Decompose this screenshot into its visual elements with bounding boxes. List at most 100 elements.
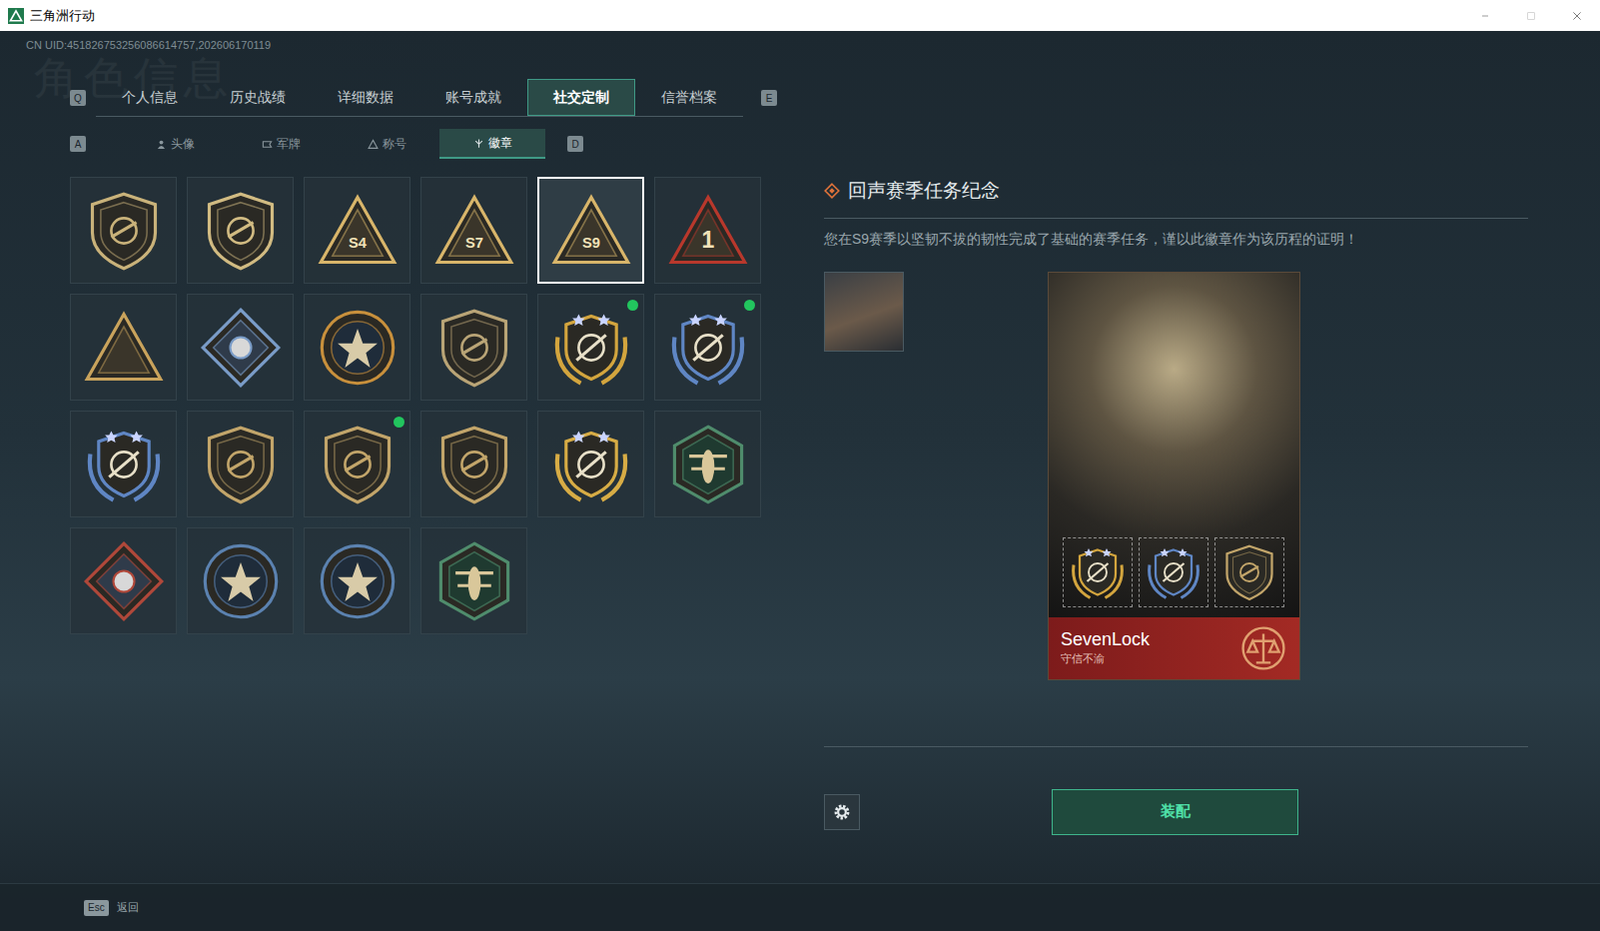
badge-icon — [198, 539, 283, 624]
tab[interactable]: 社交定制 — [527, 78, 636, 116]
badge-cell[interactable]: S9 — [537, 176, 645, 284]
scales-emblem-icon — [1239, 624, 1288, 673]
badge-cell[interactable] — [420, 293, 528, 401]
tab[interactable]: 个人信息 — [95, 78, 204, 116]
badge-cell[interactable]: 1 — [654, 176, 762, 284]
avatar-image — [823, 271, 904, 352]
badge-cell[interactable] — [186, 527, 294, 635]
tab-label: 账号成就 — [445, 86, 502, 108]
maximize-button[interactable] — [1508, 0, 1555, 31]
equipped-slot[interactable] — [1062, 537, 1133, 608]
gear-icon — [830, 800, 853, 823]
new-dot — [393, 416, 405, 428]
badge-cell[interactable]: S4 — [303, 176, 411, 284]
close-button[interactable] — [1554, 0, 1600, 31]
badge-label: S7 — [465, 233, 484, 250]
badge-cell[interactable] — [69, 176, 177, 284]
detail-title: 回声赛季任务纪念 — [847, 176, 1000, 206]
player-motto: 守信不渝 — [1060, 650, 1240, 668]
subtab[interactable]: 头像 — [121, 128, 228, 159]
badge-icon — [549, 305, 634, 390]
app-logo-icon — [7, 7, 24, 24]
badge-icon — [432, 539, 517, 624]
tab-label: 详细数据 — [337, 86, 394, 108]
subtab-label: 头像 — [170, 134, 195, 153]
subtab-icon — [367, 138, 379, 150]
minimize-icon — [1479, 9, 1492, 22]
detail-title-row: 回声赛季任务纪念 — [823, 176, 1529, 206]
badge-icon — [81, 305, 166, 390]
subtab-bar: A 头像 军牌 称号 徽章 D — [69, 128, 800, 159]
tab-label: 个人信息 — [121, 86, 178, 108]
subtab[interactable]: 军牌 — [227, 128, 334, 159]
badge-cell[interactable] — [654, 293, 762, 401]
badge-cell[interactable] — [69, 410, 177, 518]
badge-icon — [81, 188, 166, 273]
badge-cell[interactable] — [186, 410, 294, 518]
key-hint: D — [567, 135, 584, 152]
footer: Esc 返回 — [0, 882, 1600, 931]
key-hint: E — [761, 89, 778, 106]
badge-cell[interactable] — [537, 410, 645, 518]
equip-button[interactable]: 装配 — [1051, 789, 1299, 835]
tabs: 个人信息 历史战绩 详细数据 账号成就 社交定制信誉档案 — [95, 78, 744, 117]
badge-icon — [198, 188, 283, 273]
badge-cell[interactable] — [186, 293, 294, 401]
diamond-icon — [823, 182, 840, 199]
subtab-label: 军牌 — [276, 134, 301, 153]
badge-cell[interactable] — [420, 527, 528, 635]
key-hint: Esc — [83, 899, 109, 916]
settings-button[interactable] — [823, 794, 860, 830]
badge-icon — [315, 305, 400, 390]
player-card: SevenLock守信不渝 — [1047, 271, 1301, 681]
badge-icon — [666, 422, 751, 507]
equipped-slot[interactable] — [1214, 537, 1285, 608]
badge-cell[interactable] — [303, 410, 411, 518]
tab[interactable]: 详细数据 — [311, 78, 420, 116]
player-name: SevenLock — [1060, 628, 1240, 651]
main: Q 个人信息 历史战绩 详细数据 账号成就 社交定制信誉档案 E A 头像 军牌 称号 徽章 D S4 S7… — [0, 58, 1600, 883]
window-title: 三角洲行动 — [29, 5, 95, 26]
name-strip: SevenLock守信不渝 — [1048, 617, 1300, 680]
badge-icon: S4 — [315, 188, 400, 273]
badge-cell[interactable] — [654, 410, 762, 518]
subtab[interactable]: 徽章 — [439, 128, 546, 159]
detail-description: 您在S9赛季以坚韧不拔的韧性完成了基础的赛季任务，谨以此徽章作为该历程的证明！ — [823, 228, 1529, 250]
minimize-button[interactable] — [1462, 0, 1509, 31]
subtabs: 头像 军牌 称号 徽章 — [121, 128, 546, 159]
tab-bar: Q 个人信息 历史战绩 详细数据 账号成就 社交定制信誉档案 E — [69, 78, 800, 117]
subtab-label: 徽章 — [488, 133, 513, 152]
badge-cell[interactable] — [537, 293, 645, 401]
equipped-slot[interactable] — [1138, 537, 1209, 608]
badge-cell[interactable] — [420, 410, 528, 518]
badge-icon — [198, 422, 283, 507]
badge-cell[interactable] — [303, 527, 411, 635]
badge-cell[interactable] — [186, 176, 294, 284]
preview-row: SevenLock守信不渝 — [823, 271, 1529, 681]
tab[interactable]: 信誉档案 — [635, 78, 744, 116]
badge-cell[interactable] — [303, 293, 411, 401]
divider — [823, 746, 1529, 748]
back-label: 返回 — [116, 898, 139, 916]
badge-label: S4 — [348, 233, 368, 250]
badge-icon — [666, 305, 751, 390]
subtab[interactable]: 称号 — [333, 128, 440, 159]
key-hint: Q — [69, 89, 86, 106]
key-hint: A — [69, 135, 86, 152]
uid-label: CN UID:451826753256086614757,20260617011… — [0, 30, 1600, 59]
detail-panel: 回声赛季任务纪念您在S9赛季以坚韧不拔的韧性完成了基础的赛季任务，谨以此徽章作为… — [823, 58, 1529, 883]
badge-icon — [315, 422, 400, 507]
divider — [823, 217, 1529, 219]
content: 角色信息CN UID:451826753256086614757,2026061… — [0, 30, 1600, 931]
back-button[interactable]: Esc 返回 — [83, 898, 139, 916]
badge-label: S9 — [582, 233, 601, 250]
tab[interactable]: 账号成就 — [419, 78, 528, 116]
badge-cell[interactable] — [69, 527, 177, 635]
equipped-slots — [1062, 537, 1285, 608]
new-dot — [627, 299, 639, 311]
badge-cell[interactable]: S7 — [420, 176, 528, 284]
badge-cell[interactable] — [69, 293, 177, 401]
badge-label: 1 — [701, 225, 715, 252]
tab[interactable]: 历史战绩 — [203, 78, 312, 116]
left-column: Q 个人信息 历史战绩 详细数据 账号成就 社交定制信誉档案 E A 头像 军牌 称号 徽章 D S4 S7… — [69, 58, 800, 883]
